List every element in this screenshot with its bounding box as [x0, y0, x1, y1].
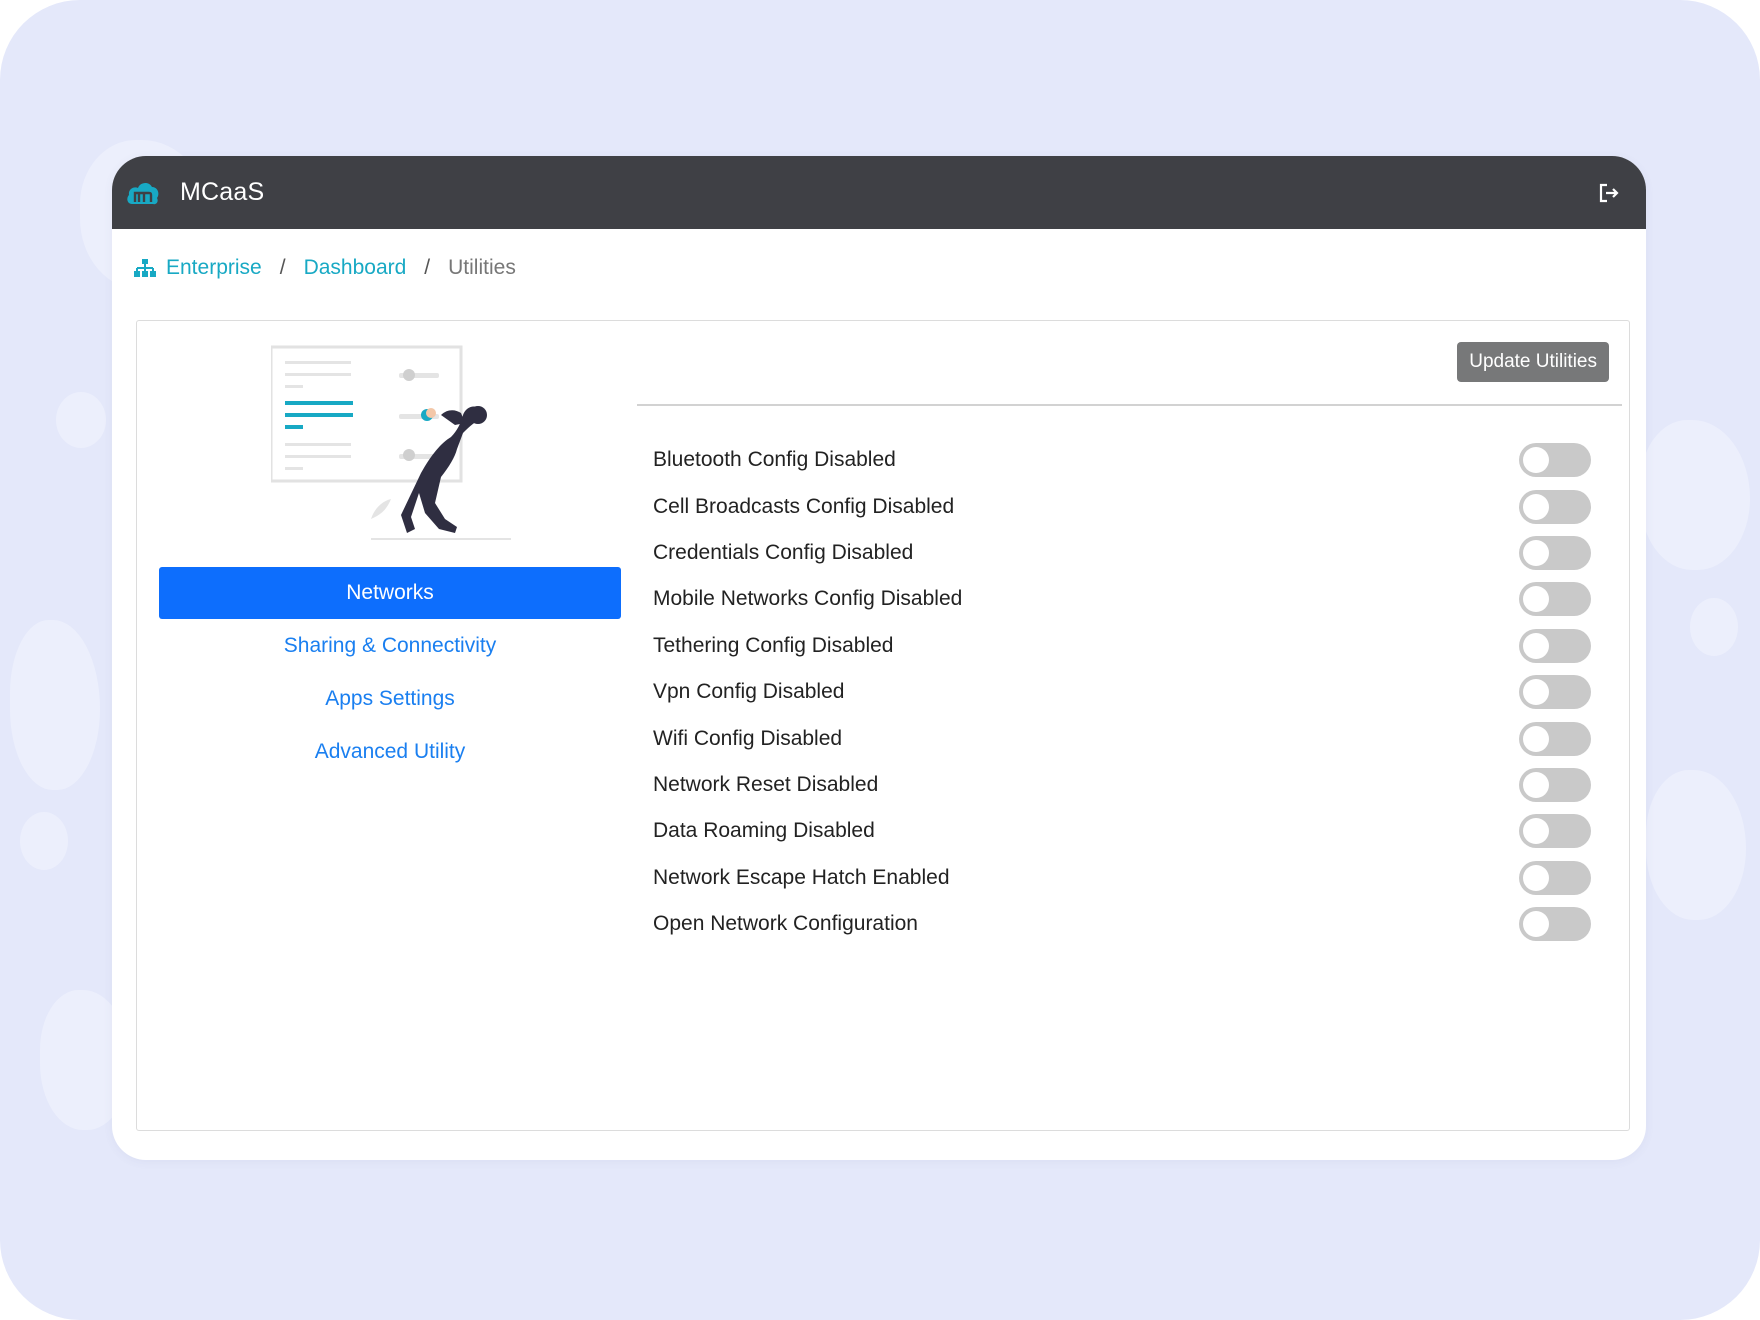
- toggle-switch[interactable]: [1519, 860, 1591, 895]
- setting-label: Tethering Config Disabled: [653, 633, 894, 657]
- nav-item-networks[interactable]: Networks: [159, 567, 621, 619]
- top-navbar: MCaaS: [112, 156, 1646, 229]
- toggle-switch[interactable]: [1519, 675, 1591, 710]
- background-blob: [56, 392, 106, 448]
- setting-row-vpn-config: Vpn Config Disabled: [653, 669, 1591, 715]
- setting-row-credentials-config: Credentials Config Disabled: [653, 530, 1591, 576]
- toggle-knob: [1523, 725, 1549, 752]
- nav-item-sharing-connectivity[interactable]: Sharing & Connectivity: [159, 620, 621, 672]
- setting-label: Network Escape Hatch Enabled: [653, 865, 950, 889]
- toggle-switch[interactable]: [1519, 907, 1591, 942]
- breadcrumb: Enterprise / Dashboard / Utilities: [134, 256, 516, 280]
- setting-row-mobile-networks-config: Mobile Networks Config Disabled: [653, 576, 1591, 622]
- setting-label: Open Network Configuration: [653, 912, 918, 936]
- toggle-knob: [1523, 911, 1549, 938]
- toggle-switch[interactable]: [1519, 721, 1591, 756]
- toggle-knob: [1523, 864, 1549, 891]
- background-blob: [10, 620, 100, 790]
- setting-row-open-network-configuration: Open Network Configuration: [653, 901, 1591, 947]
- toggle-switch[interactable]: [1519, 535, 1591, 570]
- setting-label: Vpn Config Disabled: [653, 680, 845, 704]
- setting-row-data-roaming: Data Roaming Disabled: [653, 808, 1591, 854]
- background-blob: [1640, 420, 1750, 570]
- section-divider: [637, 404, 1622, 406]
- nav-item-advanced-utility[interactable]: Advanced Utility: [159, 726, 621, 778]
- toggle-knob: [1523, 493, 1549, 520]
- background-blob: [1690, 598, 1738, 656]
- toggle-knob: [1523, 632, 1549, 659]
- setting-label: Network Reset Disabled: [653, 772, 879, 796]
- setting-row-network-escape-hatch: Network Escape Hatch Enabled: [653, 855, 1591, 901]
- toggle-switch[interactable]: [1519, 443, 1591, 478]
- app-title: MCaaS: [180, 178, 265, 206]
- setting-row-cell-broadcasts-config: Cell Broadcasts Config Disabled: [653, 483, 1591, 529]
- toggle-switch[interactable]: [1519, 814, 1591, 849]
- breadcrumb-separator: /: [279, 256, 286, 279]
- setting-label: Credentials Config Disabled: [653, 540, 914, 564]
- background-blob: [20, 812, 68, 870]
- setting-label: Wifi Config Disabled: [653, 726, 843, 750]
- setting-row-network-reset: Network Reset Disabled: [653, 762, 1591, 808]
- toggle-knob: [1523, 818, 1549, 845]
- breadcrumb-dashboard-link[interactable]: Dashboard: [304, 256, 407, 280]
- network-settings-list: Bluetooth Config Disabled Cell Broadcast…: [653, 437, 1591, 947]
- app-window: MCaaS Enterprise / Dashboard / Utilities: [112, 156, 1646, 1160]
- setting-row-bluetooth-config: Bluetooth Config Disabled: [653, 437, 1591, 483]
- setting-row-tethering-config: Tethering Config Disabled: [653, 623, 1591, 669]
- update-utilities-button[interactable]: Update Utilities: [1457, 342, 1609, 382]
- nav-item-apps-settings[interactable]: Apps Settings: [159, 673, 621, 725]
- toggle-knob: [1523, 771, 1549, 798]
- breadcrumb-enterprise-link[interactable]: Enterprise: [166, 256, 262, 280]
- logout-button[interactable]: [1594, 178, 1624, 208]
- toggle-switch[interactable]: [1519, 628, 1591, 663]
- toggle-knob: [1523, 679, 1549, 706]
- setting-label: Data Roaming Disabled: [653, 819, 875, 843]
- settings-illustration: [271, 345, 511, 540]
- setting-label: Bluetooth Config Disabled: [653, 448, 896, 472]
- breadcrumb-separator: /: [424, 256, 431, 279]
- toggle-switch[interactable]: [1519, 489, 1591, 524]
- toggle-switch[interactable]: [1519, 582, 1591, 617]
- toggle-knob: [1523, 447, 1549, 474]
- toggle-knob: [1523, 586, 1549, 613]
- toggle-knob: [1523, 539, 1549, 566]
- utilities-card: Networks Sharing & Connectivity Apps Set…: [136, 320, 1630, 1131]
- setting-label: Cell Broadcasts Config Disabled: [653, 494, 955, 518]
- background-blob: [1646, 770, 1746, 920]
- cloud-m-logo-icon[interactable]: [126, 178, 160, 208]
- utilities-side-nav: Networks Sharing & Connectivity Apps Set…: [159, 567, 621, 779]
- toggle-switch[interactable]: [1519, 767, 1591, 802]
- breadcrumb-current: Utilities: [448, 256, 516, 279]
- logout-icon: [1599, 183, 1619, 202]
- org-chart-icon: [134, 259, 156, 277]
- setting-label: Mobile Networks Config Disabled: [653, 587, 963, 611]
- setting-row-wifi-config: Wifi Config Disabled: [653, 715, 1591, 761]
